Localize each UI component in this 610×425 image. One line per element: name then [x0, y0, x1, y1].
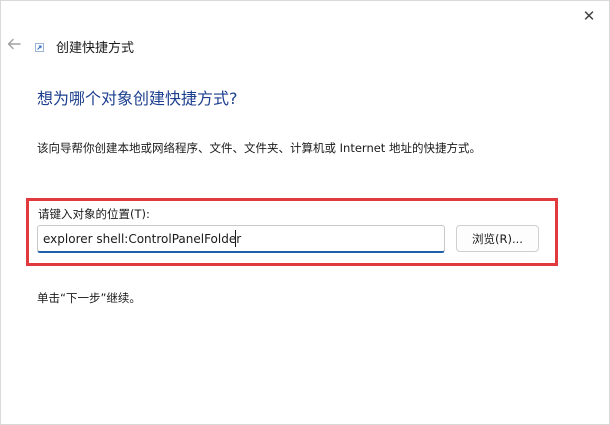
wizard-description: 该向导帮你创建本地或网络程序、文件、文件夹、计算机或 Internet 地址的快…: [37, 141, 481, 155]
create-shortcut-window: ✕ 创建快捷方式 想为哪个对象创建快捷方式? 该向导帮你创建本地或网络程序、文件…: [0, 0, 610, 425]
close-button[interactable]: ✕: [569, 1, 609, 31]
back-arrow-icon: [7, 38, 21, 50]
location-label: 请键入对象的位置(T):: [38, 207, 150, 221]
location-input[interactable]: [37, 225, 445, 253]
shortcut-icon: [35, 43, 44, 52]
window-title: 创建快捷方式: [56, 41, 135, 56]
back-button[interactable]: [4, 34, 24, 54]
text-caret: [235, 230, 236, 247]
close-icon: ✕: [582, 7, 596, 25]
wizard-heading: 想为哪个对象创建快捷方式?: [37, 89, 238, 108]
browse-button[interactable]: 浏览(R)...: [456, 225, 539, 252]
next-step-hint: 单击“下一步”继续。: [37, 291, 141, 305]
